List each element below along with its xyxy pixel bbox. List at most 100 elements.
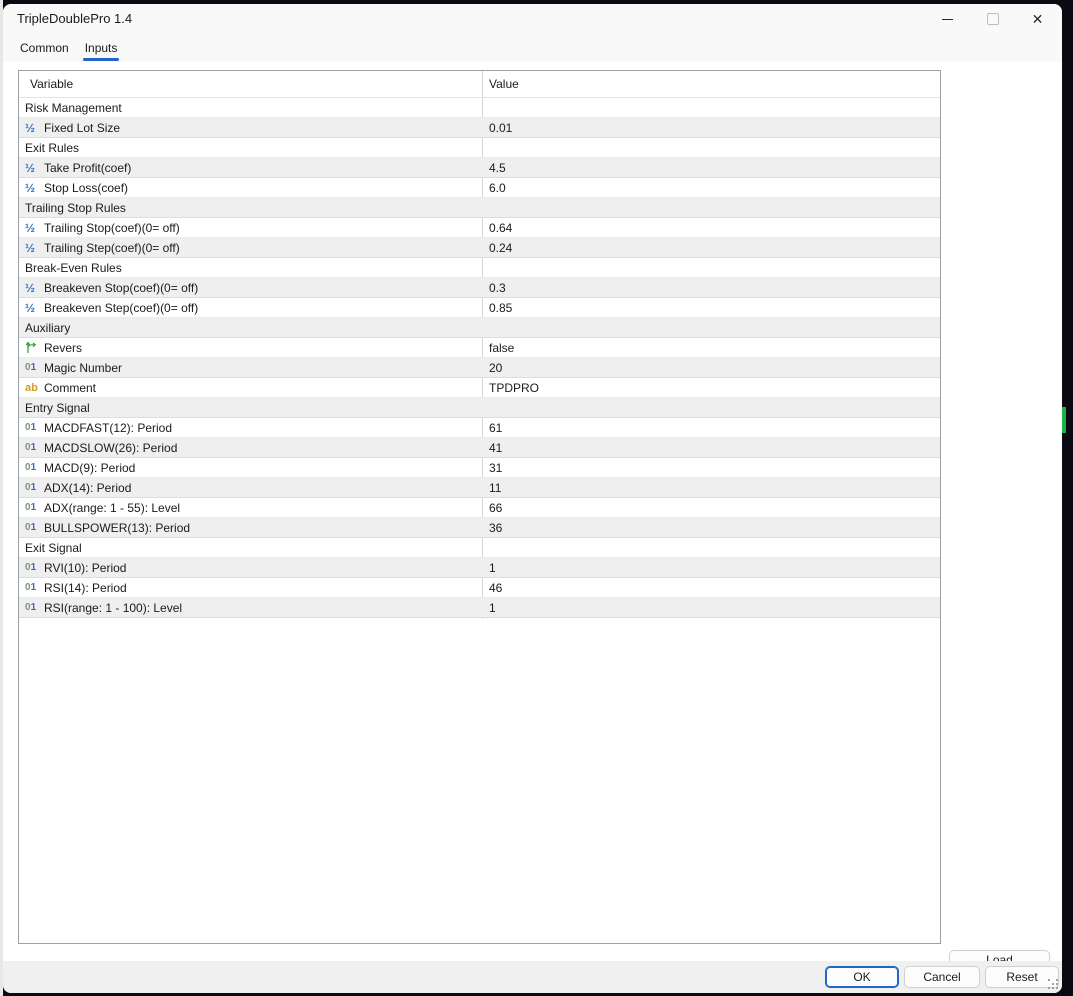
table-row[interactable]: 01 MACD(9): Period 31 bbox=[19, 458, 940, 478]
variable-cell[interactable]: Break-Even Rules bbox=[19, 261, 482, 275]
value-cell[interactable]: 66 bbox=[482, 501, 502, 515]
table-row[interactable]: ½ Breakeven Stop(coef)(0= off) 0.3 bbox=[19, 278, 940, 298]
table-row[interactable]: 01 RSI(14): Period 46 bbox=[19, 578, 940, 598]
variable-cell[interactable]: Revers bbox=[19, 341, 482, 355]
table-row[interactable]: 01 RSI(range: 1 - 100): Level 1 bbox=[19, 598, 940, 618]
variable-cell[interactable]: Exit Signal bbox=[19, 541, 482, 555]
variable-cell[interactable]: 01 ADX(14): Period bbox=[19, 481, 482, 495]
table-row[interactable]: 01 ADX(14): Period 11 bbox=[19, 478, 940, 498]
table-row[interactable]: ½ Trailing Step(coef)(0= off) 0.24 bbox=[19, 238, 940, 258]
variable-cell[interactable]: Risk Management bbox=[19, 101, 482, 115]
value-cell[interactable]: 46 bbox=[482, 581, 502, 595]
value-cell[interactable]: 61 bbox=[482, 421, 502, 435]
variable-cell[interactable]: ab Comment bbox=[19, 381, 482, 395]
variable-cell[interactable]: Exit Rules bbox=[19, 141, 482, 155]
variable-cell[interactable]: 01 MACDSLOW(26): Period bbox=[19, 441, 482, 455]
value-cell[interactable]: 4.5 bbox=[482, 161, 506, 175]
ok-button[interactable]: OK bbox=[825, 966, 899, 988]
double-type-icon: ½ bbox=[25, 120, 36, 135]
value-cell[interactable]: 1 bbox=[482, 561, 496, 575]
variable-cell[interactable]: ½ Breakeven Stop(coef)(0= off) bbox=[19, 281, 482, 295]
expert-properties-dialog: TripleDoublePro 1.4 ✕ Common Inputs Vari… bbox=[3, 4, 1062, 993]
maximize-icon bbox=[986, 13, 999, 25]
value-cell[interactable]: 6.0 bbox=[482, 181, 506, 195]
section-header-row[interactable]: Auxiliary bbox=[19, 318, 940, 338]
integer-type-icon: 01 bbox=[25, 582, 37, 593]
table-row[interactable]: 01 ADX(range: 1 - 55): Level 66 bbox=[19, 498, 940, 518]
resize-grip[interactable] bbox=[1047, 978, 1059, 990]
variable-cell[interactable]: Entry Signal bbox=[19, 401, 482, 415]
boolean-type-icon bbox=[25, 341, 44, 354]
variable-cell[interactable]: ½ Stop Loss(coef) bbox=[19, 181, 482, 195]
tab-common[interactable]: Common bbox=[14, 34, 75, 62]
value-cell[interactable]: 0.01 bbox=[482, 121, 512, 135]
close-button[interactable]: ✕ bbox=[1015, 4, 1060, 34]
variable-label: ADX(range: 1 - 55): Level bbox=[44, 500, 181, 515]
variable-cell[interactable]: 01 ADX(range: 1 - 55): Level bbox=[19, 501, 482, 515]
value-cell[interactable]: 31 bbox=[482, 461, 502, 475]
variable-label: Take Profit(coef) bbox=[44, 160, 132, 175]
table-row[interactable]: ab Comment TPDPRO bbox=[19, 378, 940, 398]
variable-cell[interactable]: ½ Take Profit(coef) bbox=[19, 161, 482, 175]
section-header-row[interactable]: Entry Signal bbox=[19, 398, 940, 418]
variable-label: Entry Signal bbox=[25, 400, 90, 415]
variable-cell[interactable]: 01 MACD(9): Period bbox=[19, 461, 482, 475]
minimize-button[interactable] bbox=[925, 4, 970, 34]
table-row[interactable]: 01 RVI(10): Period 1 bbox=[19, 558, 940, 578]
variable-cell[interactable]: 01 MACDFAST(12): Period bbox=[19, 421, 482, 435]
table-row[interactable]: ½ Take Profit(coef) 4.5 bbox=[19, 158, 940, 178]
table-row[interactable]: ½ Trailing Stop(coef)(0= off) 0.64 bbox=[19, 218, 940, 238]
value-cell[interactable]: TPDPRO bbox=[482, 381, 539, 395]
variable-cell[interactable]: 01 RSI(14): Period bbox=[19, 581, 482, 595]
variable-label: ADX(14): Period bbox=[44, 480, 132, 495]
title-bar[interactable]: TripleDoublePro 1.4 ✕ bbox=[3, 4, 1062, 34]
variable-label: Revers bbox=[44, 340, 83, 355]
variable-label: Trailing Stop Rules bbox=[25, 200, 126, 215]
value-cell[interactable]: 0.24 bbox=[482, 241, 512, 255]
section-header-row[interactable]: Exit Signal bbox=[19, 538, 940, 558]
variable-cell[interactable]: ½ Breakeven Step(coef)(0= off) bbox=[19, 301, 482, 315]
variable-cell[interactable]: 01 RSI(range: 1 - 100): Level bbox=[19, 601, 482, 615]
table-row[interactable]: 01 MACDFAST(12): Period 61 bbox=[19, 418, 940, 438]
value-cell[interactable]: 0.64 bbox=[482, 221, 512, 235]
section-header-row[interactable]: Break-Even Rules bbox=[19, 258, 940, 278]
variable-cell[interactable]: 01 Magic Number bbox=[19, 361, 482, 375]
table-row[interactable]: ½ Fixed Lot Size 0.01 bbox=[19, 118, 940, 138]
dialog-footer: OK Cancel Reset bbox=[3, 961, 1062, 993]
integer-type-icon: 01 bbox=[25, 422, 37, 433]
variable-cell[interactable]: ½ Fixed Lot Size bbox=[19, 121, 482, 135]
value-cell[interactable]: 0.3 bbox=[482, 281, 506, 295]
table-row[interactable]: ½ Stop Loss(coef) 6.0 bbox=[19, 178, 940, 198]
variable-label: BULLSPOWER(13): Period bbox=[44, 520, 191, 535]
variable-label: Magic Number bbox=[44, 360, 123, 375]
table-row[interactable]: Revers false bbox=[19, 338, 940, 358]
table-row[interactable]: 01 MACDSLOW(26): Period 41 bbox=[19, 438, 940, 458]
table-row[interactable]: 01 BULLSPOWER(13): Period 36 bbox=[19, 518, 940, 538]
table-row[interactable]: ½ Breakeven Step(coef)(0= off) 0.85 bbox=[19, 298, 940, 318]
variable-cell[interactable]: ½ Trailing Step(coef)(0= off) bbox=[19, 241, 482, 255]
variable-cell[interactable]: ½ Trailing Stop(coef)(0= off) bbox=[19, 221, 482, 235]
value-cell[interactable]: 20 bbox=[482, 361, 502, 375]
table-row[interactable]: 01 Magic Number 20 bbox=[19, 358, 940, 378]
double-type-icon: ½ bbox=[25, 220, 36, 235]
tab-inputs[interactable]: Inputs bbox=[79, 34, 124, 62]
integer-type-icon: 01 bbox=[25, 442, 37, 453]
section-header-row[interactable]: Risk Management bbox=[19, 98, 940, 118]
section-header-row[interactable]: Trailing Stop Rules bbox=[19, 198, 940, 218]
variable-cell[interactable]: Trailing Stop Rules bbox=[19, 201, 482, 215]
value-cell[interactable]: 41 bbox=[482, 441, 502, 455]
value-cell[interactable]: false bbox=[482, 341, 514, 355]
section-header-row[interactable]: Exit Rules bbox=[19, 138, 940, 158]
integer-type-icon: 01 bbox=[25, 502, 37, 513]
value-cell[interactable]: 11 bbox=[482, 481, 501, 495]
variable-cell[interactable]: 01 RVI(10): Period bbox=[19, 561, 482, 575]
value-cell[interactable]: 1 bbox=[482, 601, 496, 615]
column-header-variable: Variable bbox=[30, 77, 74, 91]
variable-cell[interactable]: Auxiliary bbox=[19, 321, 482, 335]
value-cell[interactable]: 36 bbox=[482, 521, 502, 535]
inputs-table: Variable Value Risk Management ½ Fixed L… bbox=[18, 70, 941, 944]
variable-cell[interactable]: 01 BULLSPOWER(13): Period bbox=[19, 521, 482, 535]
variable-label: MACDSLOW(26): Period bbox=[44, 440, 178, 455]
cancel-button[interactable]: Cancel bbox=[904, 966, 980, 988]
value-cell[interactable]: 0.85 bbox=[482, 301, 512, 315]
